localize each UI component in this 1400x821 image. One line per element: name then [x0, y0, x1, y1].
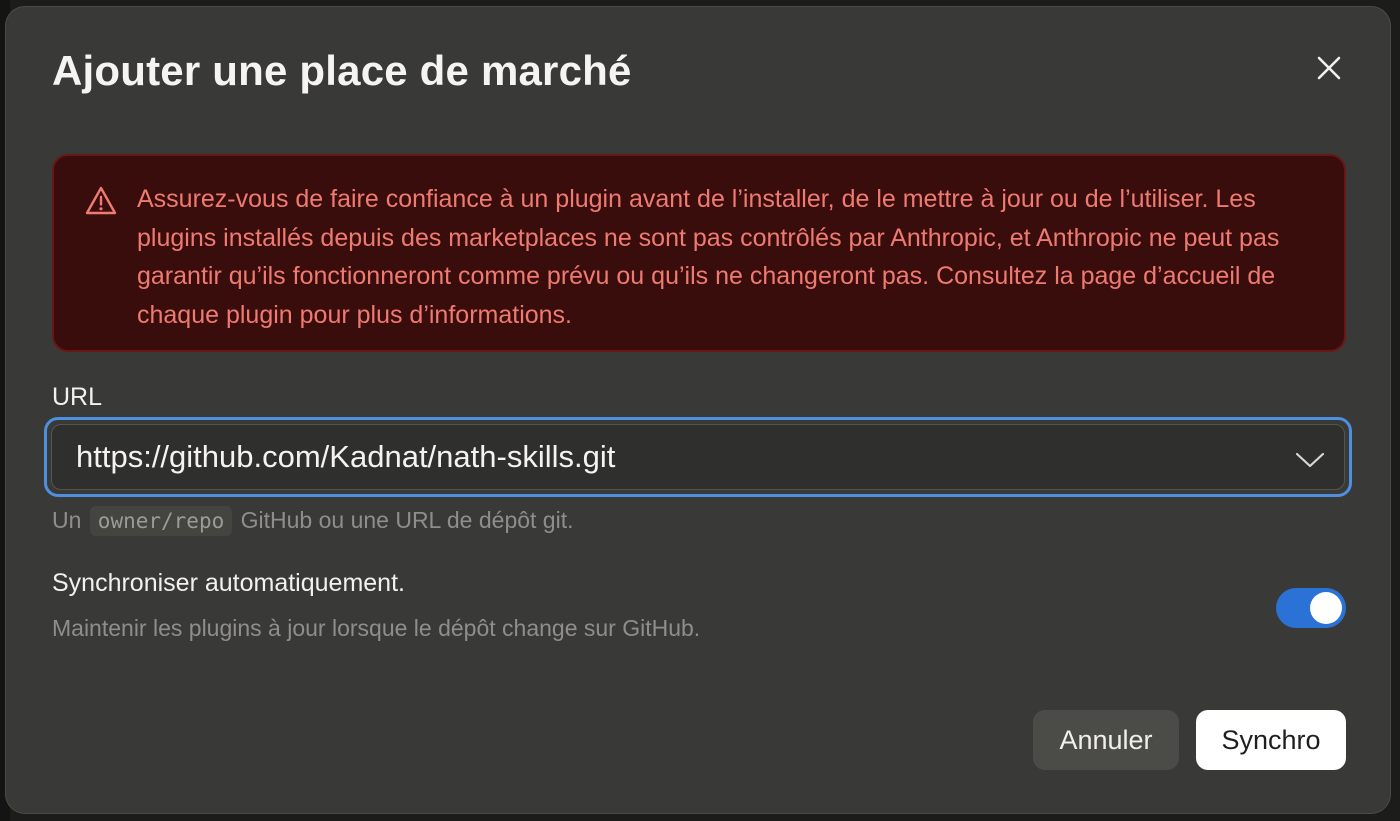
hint-prefix: Un — [52, 507, 82, 533]
close-icon — [1317, 56, 1341, 80]
add-marketplace-dialog: Ajouter une place de marché Assurez-vous… — [5, 6, 1391, 814]
warning-text: Assurez-vous de faire confiance à un plu… — [137, 185, 1280, 329]
auto-sync-toggle[interactable] — [1276, 588, 1346, 628]
chevron-down-icon — [1295, 452, 1325, 468]
url-dropdown-toggle[interactable] — [1290, 441, 1330, 479]
cancel-button[interactable]: Annuler — [1033, 710, 1179, 770]
warning-triangle-icon — [85, 186, 117, 215]
close-button[interactable] — [1308, 47, 1350, 89]
url-input-box — [51, 424, 1345, 490]
url-hint: Un owner/repo GitHub ou une URL de dépôt… — [52, 506, 574, 536]
toggle-knob — [1310, 592, 1342, 624]
sync-button[interactable]: Synchro — [1196, 710, 1346, 770]
auto-sync-description: Maintenir les plugins à jour lorsque le … — [52, 615, 701, 641]
hint-suffix: GitHub ou une URL de dépôt git. — [240, 507, 574, 533]
dialog-title: Ajouter une place de marché — [52, 47, 632, 94]
auto-sync-title: Synchroniser automatiquement. — [52, 569, 405, 597]
url-label: URL — [52, 383, 103, 411]
hint-code: owner/repo — [89, 506, 233, 536]
url-combobox — [44, 417, 1352, 497]
warning-banner: Assurez-vous de faire confiance à un plu… — [52, 154, 1346, 352]
url-input[interactable] — [76, 425, 1256, 489]
